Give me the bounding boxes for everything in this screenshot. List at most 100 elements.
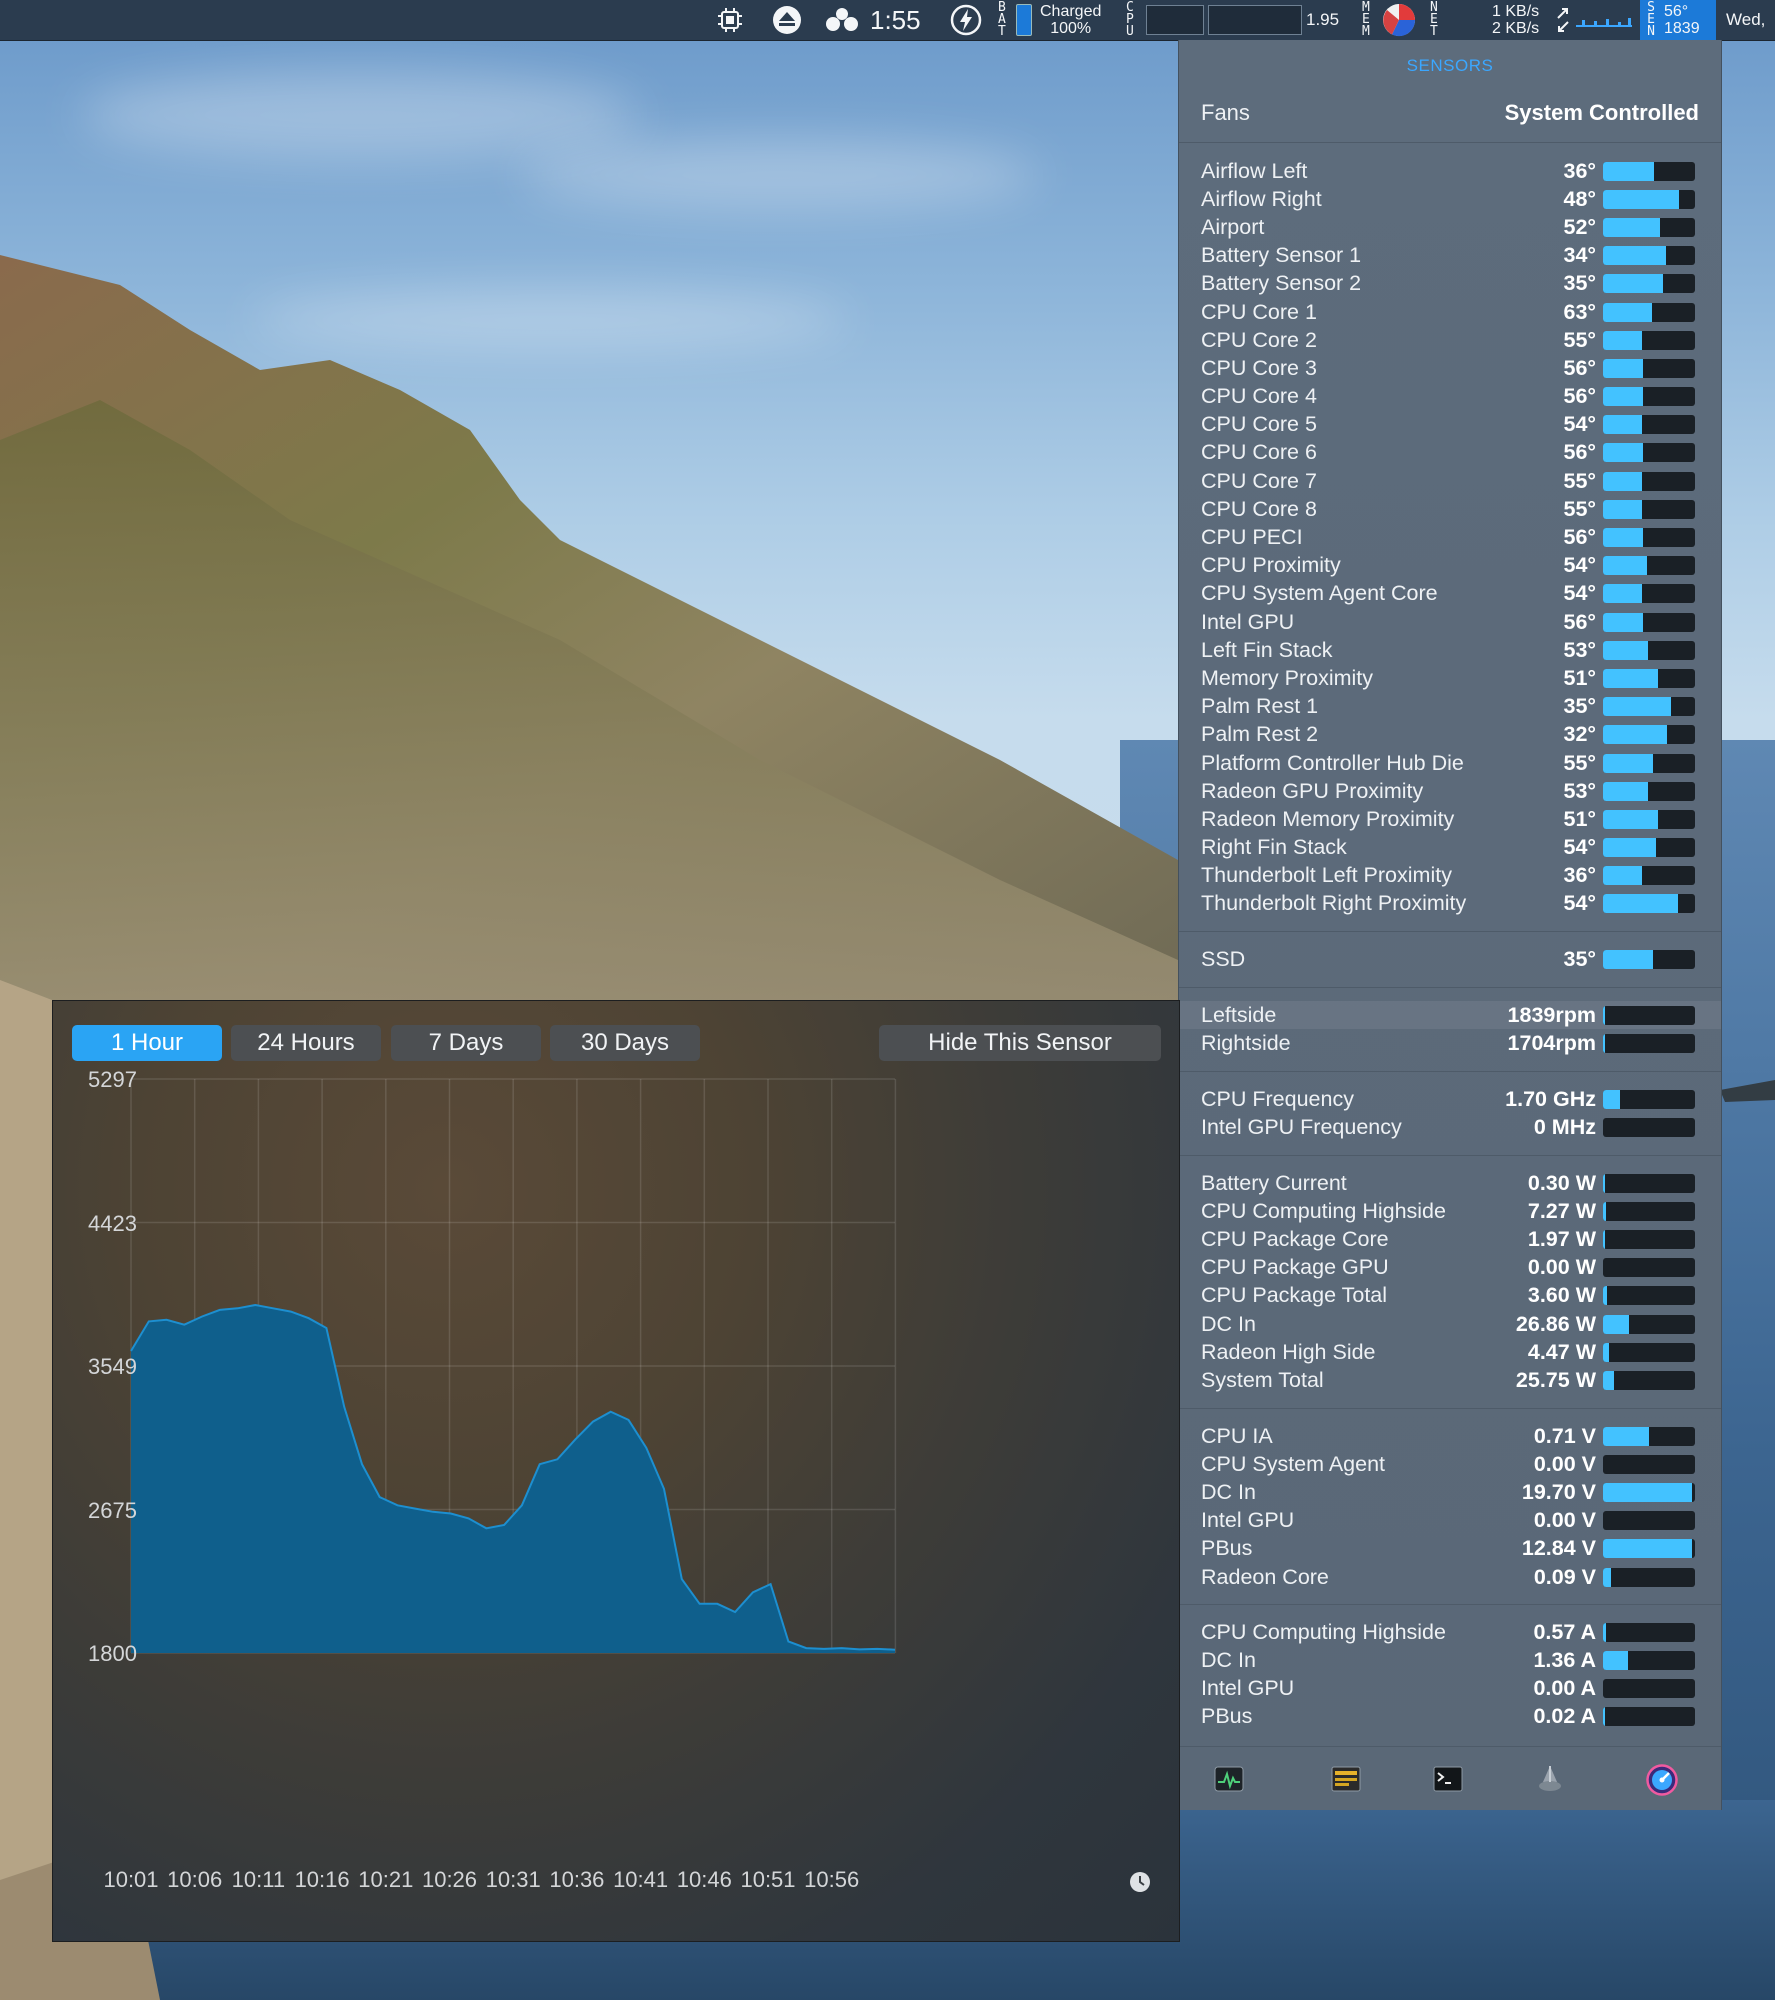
battery-status[interactable]: Charged 100% — [1040, 0, 1101, 40]
sensor-row[interactable]: Airport 52° — [1179, 213, 1721, 241]
sensor-row[interactable]: Left Fin Stack 53° — [1179, 636, 1721, 664]
sensor-name: DC In — [1201, 1647, 1256, 1672]
sensor-row[interactable]: CPU PECI 56° — [1179, 523, 1721, 551]
sensor-row[interactable]: Airflow Left 36° — [1179, 157, 1721, 185]
sensor-name: Palm Rest 2 — [1201, 722, 1319, 747]
memory-pie-icon[interactable] — [1382, 0, 1416, 40]
console-icon[interactable] — [1331, 1764, 1361, 1794]
sensor-row[interactable]: Battery Current 0.30 W — [1179, 1169, 1721, 1197]
sensor-row[interactable]: Memory Proximity 51° — [1179, 664, 1721, 692]
sensor-row[interactable]: CPU Package GPU 0.00 W — [1179, 1254, 1721, 1282]
sensor-row[interactable]: Palm Rest 2 32° — [1179, 721, 1721, 749]
sensor-name: DC In — [1201, 1479, 1256, 1504]
sensor-row[interactable]: Thunderbolt Left Proximity 36° — [1179, 862, 1721, 890]
sensor-row[interactable]: System Total 25.75 W — [1179, 1366, 1721, 1394]
sensor-name: CPU Core 4 — [1201, 384, 1317, 409]
sensor-row[interactable]: CPU Core 4 56° — [1179, 383, 1721, 411]
sensor-row[interactable]: Radeon GPU Proximity 53° — [1179, 777, 1721, 805]
sensor-row[interactable]: CPU System Agent 0.00 V — [1179, 1450, 1721, 1478]
section-divider — [1179, 1604, 1721, 1605]
sensor-value: 25.75 W — [1515, 1367, 1596, 1392]
istat-icon[interactable] — [1646, 1764, 1678, 1796]
sensor-row[interactable]: CPU IA 0.71 V — [1179, 1422, 1721, 1450]
sensor-level-fill — [1603, 612, 1643, 632]
sensor-row[interactable]: SSD 35° — [1179, 945, 1721, 973]
sensor-row[interactable]: Leftside 1839rpm — [1179, 1001, 1721, 1030]
sensor-row[interactable]: Palm Rest 1 35° — [1179, 693, 1721, 721]
sensor-row[interactable]: DC In 19.70 V — [1179, 1478, 1721, 1506]
sensor-value: 54° — [1563, 553, 1596, 578]
sensor-row[interactable]: CPU Core 7 55° — [1179, 467, 1721, 495]
sensor-row[interactable]: PBus 12.84 V — [1179, 1535, 1721, 1563]
sensor-name: Palm Rest 1 — [1201, 694, 1319, 719]
sensor-value: 0 MHz — [1533, 1114, 1596, 1139]
sensor-row[interactable]: Intel GPU 0.00 A — [1179, 1674, 1721, 1702]
sensor-row[interactable]: Rightside 1704rpm — [1179, 1029, 1721, 1057]
sensor-value: 36° — [1563, 158, 1596, 183]
sensor-row[interactable]: Right Fin Stack 54° — [1179, 834, 1721, 862]
section-divider — [1179, 142, 1721, 143]
sensor-row[interactable]: PBus 0.02 A — [1179, 1703, 1721, 1731]
sensor-row[interactable]: CPU Package Core 1.97 W — [1179, 1225, 1721, 1253]
sensor-name: CPU Core 2 — [1201, 327, 1317, 352]
sensor-row[interactable]: Intel GPU 56° — [1179, 608, 1721, 636]
fans-mode-row[interactable]: Fans System Controlled — [1201, 98, 1699, 128]
sensors-menu-item[interactable]: S E N 56° 1839 — [1640, 0, 1716, 40]
sensor-row[interactable]: Battery Sensor 1 34° — [1179, 242, 1721, 270]
sensor-row[interactable]: CPU Core 1 63° — [1179, 298, 1721, 326]
sensor-row[interactable]: CPU Frequency 1.70 GHz — [1179, 1085, 1721, 1113]
network-speeds[interactable]: 1 KB/s 2 KB/s — [1492, 0, 1539, 40]
sensor-row[interactable]: Thunderbolt Right Proximity 54° — [1179, 890, 1721, 918]
sensor-row[interactable]: CPU Computing Highside 7.27 W — [1179, 1197, 1721, 1225]
disk-utility-icon[interactable] — [1535, 1764, 1565, 1794]
sensor-row[interactable]: DC In 1.36 A — [1179, 1646, 1721, 1674]
load-graph[interactable] — [1208, 0, 1302, 40]
sensor-value: 56° — [1563, 440, 1596, 465]
sensor-row[interactable]: Radeon High Side 4.47 W — [1179, 1338, 1721, 1366]
sensor-row[interactable]: CPU Computing Highside 0.57 A — [1179, 1618, 1721, 1646]
activity-monitor-icon[interactable] — [1214, 1764, 1244, 1794]
sensor-row[interactable]: Platform Controller Hub Die 55° — [1179, 749, 1721, 777]
sensor-history-window: 1 Hour 24 Hours 7 Days 30 Days Hide This… — [52, 1000, 1180, 1942]
sensor-level-bar — [1603, 1707, 1695, 1727]
sensor-row[interactable]: CPU System Agent Core 54° — [1179, 580, 1721, 608]
sensor-row[interactable]: CPU Proximity 54° — [1179, 552, 1721, 580]
menu-clock[interactable]: 1:55 — [870, 0, 921, 40]
sensor-row[interactable]: CPU Core 2 55° — [1179, 326, 1721, 354]
sensor-row[interactable]: CPU Core 3 56° — [1179, 354, 1721, 382]
circles-icon[interactable] — [824, 0, 862, 40]
sensor-row[interactable]: CPU Core 8 55° — [1179, 495, 1721, 523]
sensor-row[interactable]: DC In 26.86 W — [1179, 1310, 1721, 1338]
network-graph[interactable] — [1576, 0, 1632, 40]
sensor-level-bar — [1603, 1005, 1695, 1025]
sensor-row[interactable]: Airflow Right 48° — [1179, 185, 1721, 213]
sensor-row[interactable]: CPU Core 5 54° — [1179, 411, 1721, 439]
sensor-row[interactable]: Radeon Memory Proximity 51° — [1179, 805, 1721, 833]
sensor-level-bar — [1603, 1258, 1695, 1278]
terminal-icon[interactable] — [1433, 1764, 1463, 1794]
sensor-level-fill — [1603, 443, 1643, 463]
cpu-chip-icon[interactable] — [716, 0, 746, 40]
sensor-value: 0.00 W — [1527, 1255, 1596, 1280]
sensor-name: CPU Core 3 — [1201, 355, 1317, 380]
sensor-row[interactable]: Intel GPU 0.00 V — [1179, 1507, 1721, 1535]
net-up-speed: 1 KB/s — [1492, 3, 1540, 20]
net-down-speed: 2 KB/s — [1492, 20, 1540, 37]
cpu-graph[interactable] — [1146, 0, 1204, 40]
sensor-row[interactable]: CPU Package Total 3.60 W — [1179, 1282, 1721, 1310]
sensor-row[interactable]: Intel GPU Frequency 0 MHz — [1179, 1113, 1721, 1141]
sensor-level-fill — [1603, 584, 1642, 604]
sensor-value: 0.02 A — [1533, 1704, 1596, 1729]
fan-speed-chart — [130, 1078, 897, 1654]
eject-icon[interactable] — [772, 0, 804, 40]
sensor-row[interactable]: CPU Core 6 56° — [1179, 439, 1721, 467]
battery-level-icon[interactable] — [1016, 0, 1032, 40]
load-value[interactable]: 1.95 — [1306, 0, 1339, 40]
power-bolt-icon[interactable] — [950, 0, 986, 40]
sensor-level-bar — [1603, 894, 1695, 914]
sensor-row[interactable]: Radeon Core 0.09 V — [1179, 1563, 1721, 1591]
menu-date[interactable]: Wed, — [1726, 0, 1765, 40]
sensor-name: Right Fin Stack — [1201, 835, 1347, 860]
sensor-row[interactable]: Battery Sensor 2 35° — [1179, 270, 1721, 298]
clock-icon[interactable] — [1129, 1871, 1151, 1893]
